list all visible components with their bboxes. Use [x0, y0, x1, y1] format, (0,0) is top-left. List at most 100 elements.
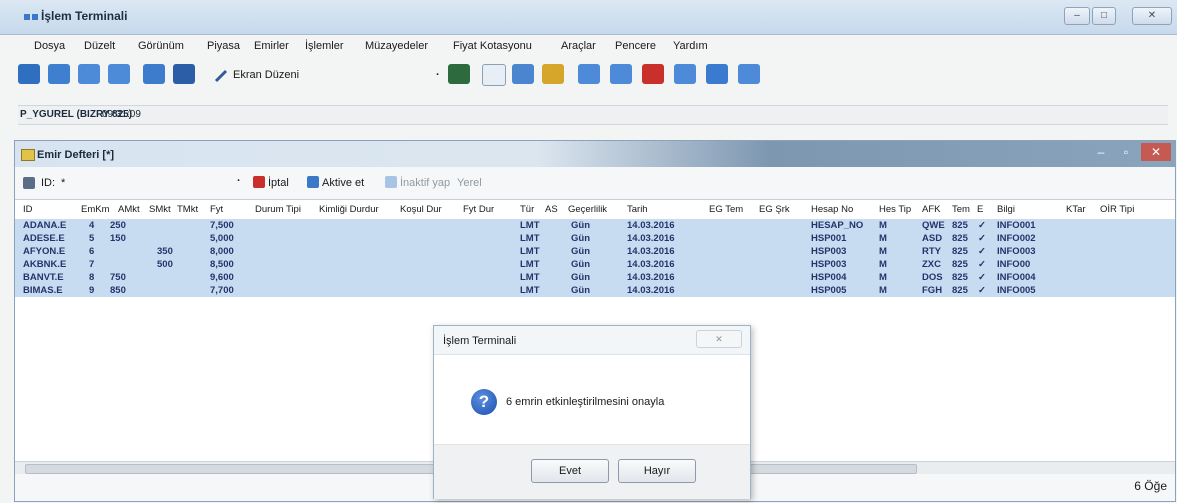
layout-icon[interactable] — [173, 64, 195, 84]
close-button[interactable]: ✕ — [1132, 7, 1172, 25]
menu-gorunum[interactable]: Görünüm — [138, 40, 184, 52]
deactivate-button[interactable]: İnaktif yap — [400, 177, 450, 189]
query-icon[interactable] — [48, 64, 70, 84]
menu-yardim[interactable]: Yardım — [673, 40, 708, 52]
document-icon[interactable] — [78, 64, 100, 84]
cell-emkm: 9 — [89, 285, 95, 296]
cell-tem: 825 — [952, 285, 968, 296]
filter-save-icon[interactable] — [23, 177, 35, 189]
order-delete-icon[interactable] — [642, 64, 664, 84]
table-row[interactable]: ADANA.E 4 250 7,500 LMT Gün 14.03.2016 H… — [15, 219, 1175, 232]
minimize-button[interactable]: – — [1064, 7, 1090, 25]
col-header-hesap-no[interactable]: Hesap No — [811, 204, 853, 215]
col-header-eg-tem[interactable]: EG Tem — [709, 204, 743, 215]
cell-tarih: 14.03.2016 — [627, 233, 675, 244]
dialog-message: 6 emrin etkinleştirilmesini onayla — [506, 396, 665, 408]
col-header-ktar[interactable]: KTar — [1066, 204, 1086, 215]
maximize-button[interactable]: □ — [1092, 7, 1116, 25]
refresh-icon[interactable] — [512, 64, 534, 84]
col-header-hes-tip[interactable]: Hes Tip — [879, 204, 911, 215]
session-status-bar: P_YGUREL (BIZRY 825) 09:31:09 — [18, 105, 1168, 125]
local-button[interactable]: Yerel — [457, 177, 482, 189]
pencil-icon[interactable] — [214, 69, 228, 83]
order-report-icon[interactable] — [738, 64, 760, 84]
cell-hesap-no: HSP003 — [811, 246, 847, 257]
screen-layout-label[interactable]: Ekran Düzeni — [233, 69, 299, 81]
cell-tur: LMT — [520, 246, 540, 257]
cell-hesap-no: HSP005 — [811, 285, 847, 296]
cell-amkt: 850 — [110, 285, 126, 296]
dropdown-dot[interactable]: · — [436, 69, 440, 81]
menu-araclar[interactable]: Araçlar — [561, 40, 596, 52]
cell-id: ADANA.E — [23, 220, 67, 231]
menu-muzayedeler[interactable]: Müzayedeler — [365, 40, 428, 52]
menu-pencere[interactable]: Pencere — [615, 40, 656, 52]
activate-icon[interactable] — [307, 176, 319, 188]
col-header-tarih[interactable]: Tarih — [627, 204, 648, 215]
table-row[interactable]: ADESE.E 5 150 5,000 LMT Gün 14.03.2016 H… — [15, 232, 1175, 245]
menu-duzelt[interactable]: Düzelt — [84, 40, 115, 52]
col-header-emkm[interactable]: EmKm — [81, 204, 110, 215]
order-icon[interactable] — [578, 64, 600, 84]
table-row[interactable]: BIMAS.E 9 850 7,700 LMT Gün 14.03.2016 H… — [15, 284, 1175, 297]
col-header-durum-tipi[interactable]: Durum Tipi — [255, 204, 301, 215]
col-header-fyt[interactable]: Fyt — [210, 204, 223, 215]
child-close-button[interactable]: ✕ — [1141, 143, 1171, 161]
col-header-id[interactable]: ID — [23, 204, 33, 215]
dialog-close-button[interactable]: ✕ — [696, 330, 742, 348]
col-header-oir-tipi[interactable]: OİR Tipi — [1100, 204, 1134, 215]
menu-emirler[interactable]: Emirler — [254, 40, 289, 52]
puzzle-icon[interactable] — [542, 64, 564, 84]
menu-dosya[interactable]: Dosya — [34, 40, 65, 52]
yes-button[interactable]: Evet — [531, 459, 609, 483]
child-minimize-button[interactable]: – — [1089, 143, 1113, 161]
col-header-bilgi[interactable]: Bilgi — [997, 204, 1015, 215]
app-title: İşlem Terminali — [41, 9, 128, 23]
cell-hesap-no: HSP004 — [811, 272, 847, 283]
cancel-order-icon[interactable] — [253, 176, 265, 188]
col-header-eg-srk[interactable]: EG Şrk — [759, 204, 790, 215]
col-header-kosul-dur[interactable]: Koşul Dur — [400, 204, 442, 215]
save-icon[interactable] — [448, 64, 470, 84]
menu-islemler[interactable]: İşlemler — [305, 40, 344, 52]
col-header-kimligi-durdur[interactable]: Kimliği Durdur — [319, 204, 379, 215]
deactivate-icon[interactable] — [385, 176, 397, 188]
order-list-icon[interactable] — [674, 64, 696, 84]
cell-hes-tip: M — [879, 285, 887, 296]
table-row[interactable]: BANVT.E 8 750 9,600 LMT Gün 14.03.2016 H… — [15, 271, 1175, 284]
table-row[interactable]: AKBNK.E 7 500 8,500 LMT Gün 14.03.2016 H… — [15, 258, 1175, 271]
cell-emkm: 6 — [89, 246, 95, 257]
order-refresh-icon[interactable] — [706, 64, 728, 84]
col-header-smkt[interactable]: SMkt — [149, 204, 171, 215]
order-book-title: Emir Defteri [*] — [37, 149, 115, 161]
app-icon — [24, 14, 38, 20]
id-filter-label: ID: — [41, 177, 56, 189]
cancel-order-button[interactable]: İptal — [268, 177, 289, 189]
bubble-icon[interactable] — [482, 64, 506, 86]
activate-button[interactable]: Aktive et — [322, 177, 364, 189]
child-maximize-button[interactable]: ▫ — [1115, 143, 1137, 161]
cell-gecerlilik: Gün — [571, 233, 590, 244]
col-header-amkt[interactable]: AMkt — [118, 204, 140, 215]
col-header-tmkt[interactable]: TMkt — [177, 204, 198, 215]
col-header-e[interactable]: E — [977, 204, 983, 215]
cell-emkm: 7 — [89, 259, 95, 270]
no-button[interactable]: Hayır — [618, 459, 696, 483]
menu-piyasa[interactable]: Piyasa — [207, 40, 240, 52]
col-header-gecerlilik[interactable]: Geçerlilik — [568, 204, 607, 215]
search-icon[interactable] — [18, 64, 40, 84]
cell-gecerlilik: Gün — [571, 259, 590, 270]
transfer-icon[interactable] — [143, 64, 165, 84]
document-copy-icon[interactable] — [108, 64, 130, 84]
id-filter-dropdown[interactable]: · — [237, 175, 241, 187]
col-header-afk[interactable]: AFK — [922, 204, 940, 215]
order-settings-icon[interactable] — [610, 64, 632, 84]
menu-fiyat-kotasyonu[interactable]: Fiyat Kotasyonu — [453, 40, 532, 52]
col-header-tur[interactable]: Tür — [520, 204, 534, 215]
table-row[interactable]: AFYON.E 6 350 8,000 LMT Gün 14.03.2016 H… — [15, 245, 1175, 258]
col-header-tem[interactable]: Tem — [952, 204, 970, 215]
id-filter-input[interactable]: * — [61, 177, 65, 189]
cell-tarih: 14.03.2016 — [627, 220, 675, 231]
col-header-fyt-dur[interactable]: Fyt Dur — [463, 204, 494, 215]
col-header-as[interactable]: AS — [545, 204, 558, 215]
